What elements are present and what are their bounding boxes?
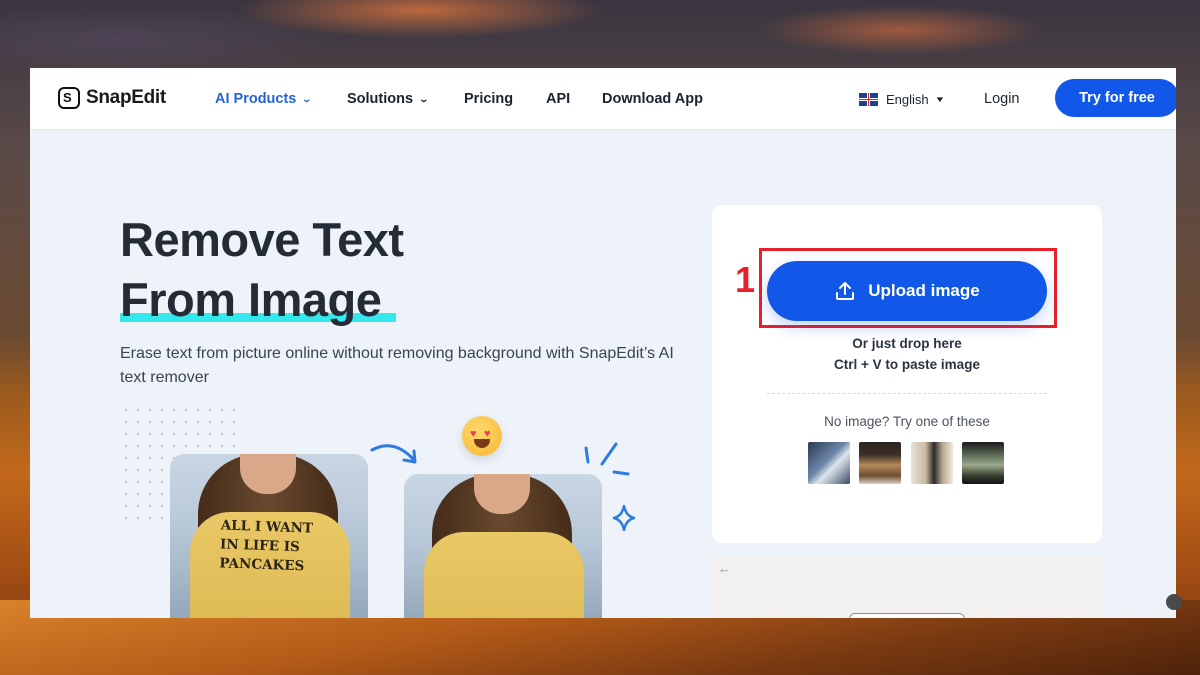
sample-image-thumbnail[interactable] [859,442,901,484]
hero-description: Erase text from picture online without r… [120,345,674,386]
login-link[interactable]: Login [984,91,1019,107]
nav-solutions-label: Solutions [347,91,414,107]
nav-ai-products-label: AI Products [215,91,297,107]
top-navbar: S SnapEdit AI Products ⌄ Solutions ⌄ Pri… [30,68,1176,130]
nav-ai-products[interactable]: AI Products ⌄ [215,91,313,107]
before-shirt-text: ALL I WANT IN LIFE IS PANCAKES [219,517,314,575]
back-arrow-icon[interactable]: ← [718,561,731,576]
preview-control[interactable] [849,613,965,618]
before-photo: ALL I WANT IN LIFE IS PANCAKES [170,454,368,618]
sample-image-thumbnail[interactable] [808,442,850,484]
drop-hint: Or just drop here [852,336,962,351]
chevron-down-icon: ▼ [934,95,946,104]
sparkle-icon [584,442,636,532]
scroll-indicator[interactable] [1166,594,1182,610]
chevron-down-icon: ⌄ [301,93,313,104]
language-selector[interactable]: English ▼ [859,92,946,107]
uk-flag-icon [859,93,878,106]
browser-page: S SnapEdit AI Products ⌄ Solutions ⌄ Pri… [30,68,1176,618]
heart-eyes-emoji-icon: ♥ ♥ [462,416,502,456]
upload-image-label: Upload image [868,281,980,300]
nav-download-app[interactable]: Download App [602,91,703,107]
curved-arrow-icon [370,444,417,464]
chevron-down-icon: ⌄ [418,93,430,104]
upload-icon [836,282,855,300]
nav-solutions[interactable]: Solutions ⌄ [347,91,430,107]
sample-image-thumbnail[interactable] [962,442,1004,484]
divider [767,393,1047,394]
annotation-step-number: 1 [735,259,756,300]
preview-panel: ← [712,557,1102,618]
paste-hint: Ctrl + V to paste image [834,357,980,372]
language-label: English [886,92,929,107]
sample-prompt: No image? Try one of these [824,414,990,429]
logo-mark-icon: S [58,87,80,109]
after-photo [404,474,602,618]
hero-title-line1: Remove Text [120,213,404,266]
sample-image-thumbnail[interactable] [911,442,953,484]
nav-pricing[interactable]: Pricing [464,91,513,107]
logo-text: SnapEdit [86,87,166,108]
try-for-free-button[interactable]: Try for free [1055,79,1176,117]
hero-title: Remove Text From Image [120,210,404,330]
upload-image-button[interactable]: Upload image [767,261,1047,321]
upload-panel: 1 Upload image Or just drop here Ctrl + … [712,205,1102,543]
snapedit-logo[interactable]: S SnapEdit [58,87,166,109]
hero-title-line2: From Image [120,270,397,330]
nav-api[interactable]: API [546,91,570,107]
